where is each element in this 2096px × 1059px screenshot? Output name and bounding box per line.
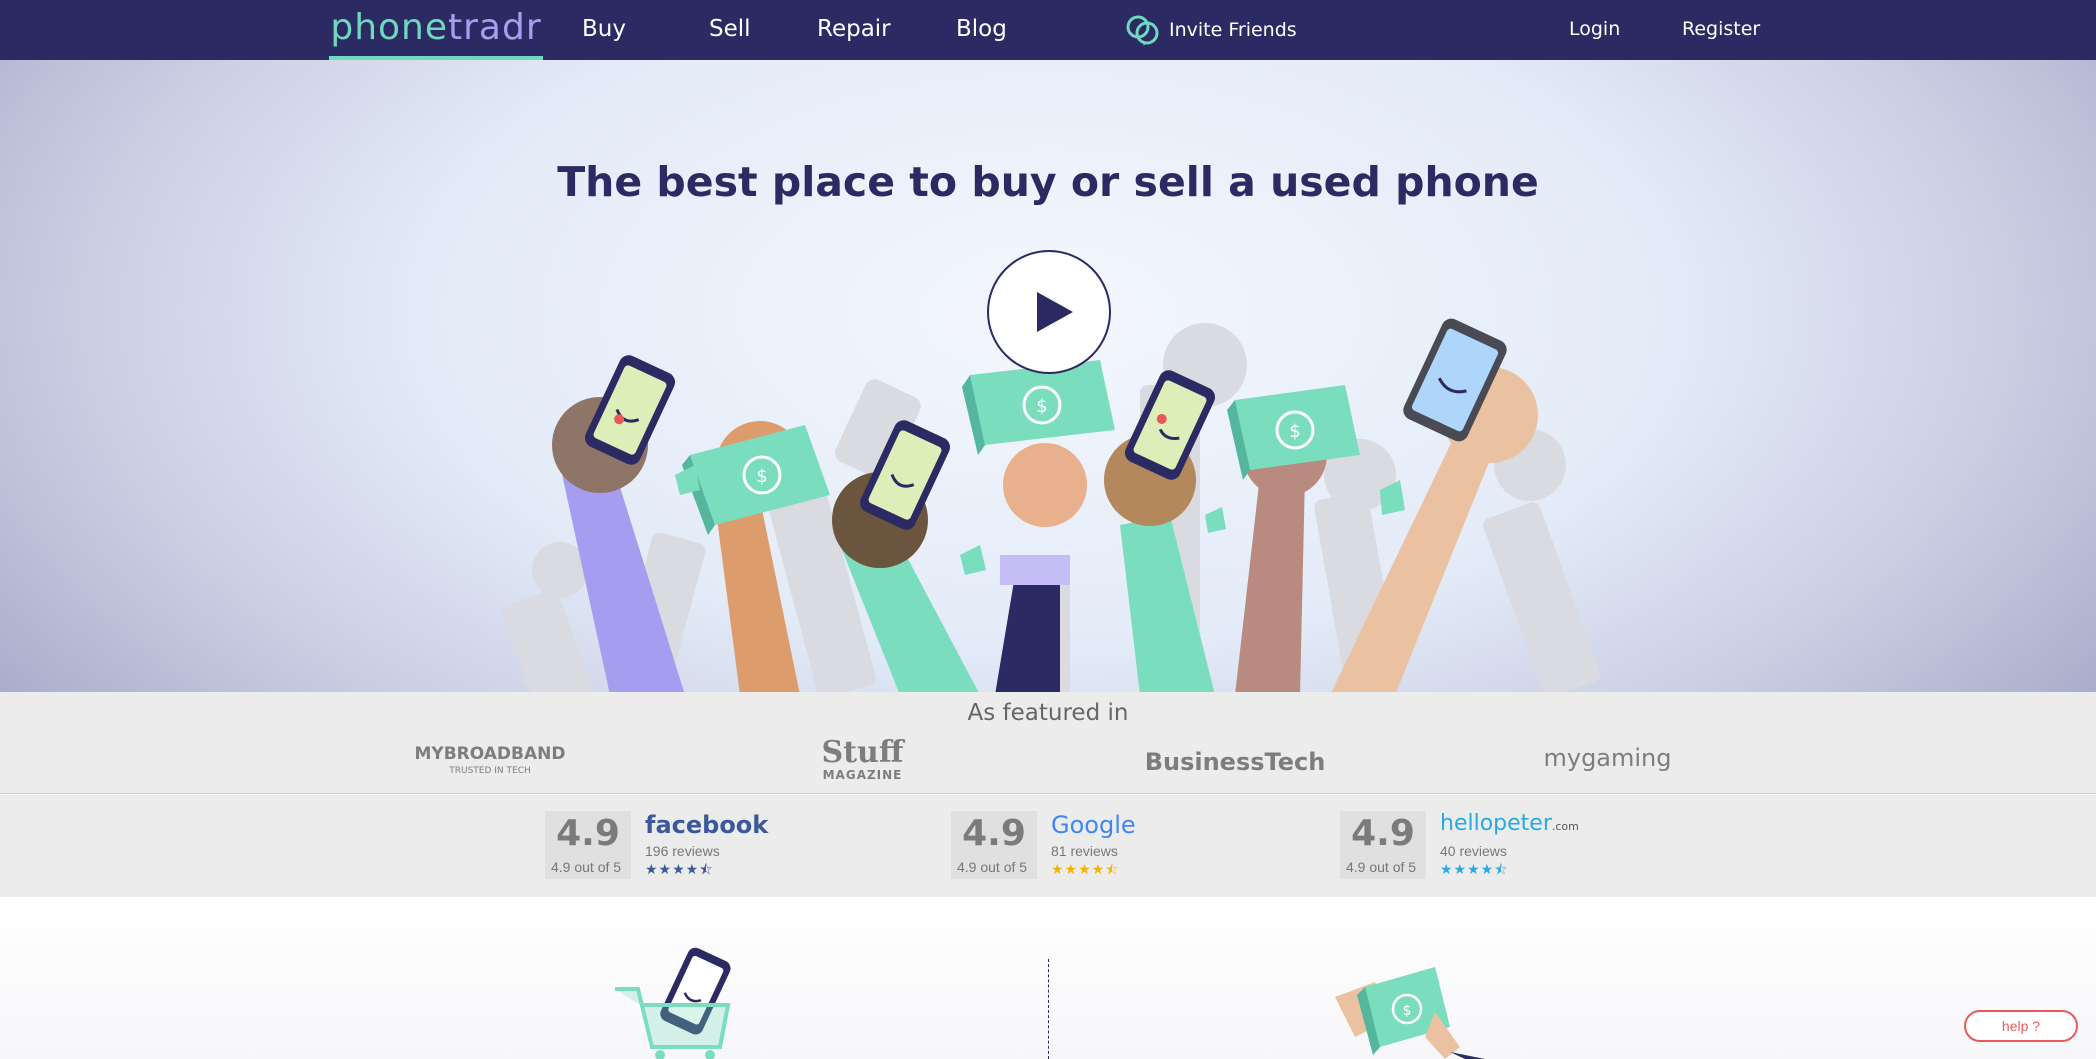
press-logo-mybroadband[interactable]: MYBROADBAND TRUSTED IN TECH [400,744,580,776]
logo[interactable]: phonetradr [329,0,543,60]
google-logo: Google [1051,811,1136,839]
invite-friends-label: Invite Friends [1169,19,1297,41]
top-navbar: phonetradr Buy Sell Repair Blog Invite F… [0,0,2096,60]
featured-in-title: As featured in [967,700,1129,726]
svg-text:$: $ [756,466,767,487]
facebook-logo: facebook [645,811,769,839]
nav-repair-link[interactable]: Repair [817,0,891,60]
svg-text:$: $ [1403,1003,1412,1019]
review-count: 81 reviews [1051,843,1118,859]
hellopeter-logo: hellopeter.com [1440,811,1579,836]
hand-with-money-illustration: $ [1335,967,1485,1059]
nav-sell-link[interactable]: Sell [709,0,751,60]
hellopeter-suffix: .com [1551,820,1579,833]
press-logo-mygaming[interactable]: mygaming [1525,744,1690,772]
section-divider [1048,959,1049,1059]
login-link[interactable]: Login [1569,0,1620,60]
nav-buy-link[interactable]: Buy [582,0,626,60]
review-count: 196 reviews [645,843,720,859]
hero-title: The best place to buy or sell a used pho… [557,158,1539,206]
chat-bubbles-icon [1126,15,1159,46]
buy-sell-section: $ [0,897,2096,1059]
star-rating-icon: ★★★★⯪ [1051,861,1120,877]
stuff-name: Stuff [821,735,904,770]
play-icon [1037,292,1073,332]
review-facebook[interactable]: 4.9 4.9 out of 5 facebook 196 reviews ★★… [545,811,775,879]
star-rating-icon: ★★★★⯪ [1440,861,1509,877]
svg-text:$: $ [1289,421,1300,442]
shopping-cart-phone-illustration [615,947,731,1059]
review-score: 4.9 [556,813,620,854]
mybroadband-tagline: TRUSTED IN TECH [449,766,531,776]
hero-section: The best place to buy or sell a used pho… [0,60,2096,692]
press-logo-stuff[interactable]: Stuff MAGAZINE [800,735,925,783]
help-button[interactable]: help ? [1964,1010,2078,1042]
review-google[interactable]: 4.9 4.9 out of 5 Google 81 reviews ★★★★⯪ [951,811,1181,879]
nav-blog-link[interactable]: Blog [956,0,1007,60]
review-out-of: 4.9 out of 5 [1346,859,1417,875]
review-score: 4.9 [962,813,1026,854]
review-score: 4.9 [1351,813,1415,854]
featured-in-section: As featured in MYBROADBAND TRUSTED IN TE… [0,692,2096,794]
review-hellopeter[interactable]: 4.9 4.9 out of 5 hellopeter.com 40 revie… [1340,811,1590,879]
mybroadband-name: MYBROADBAND [414,744,566,764]
play-video-button[interactable] [987,250,1111,374]
review-count: 40 reviews [1440,843,1507,859]
press-logo-businesstech[interactable]: BusinessTech [1140,748,1330,776]
invite-friends-link[interactable]: Invite Friends [1125,0,1297,60]
review-out-of: 4.9 out of 5 [957,859,1028,875]
register-link[interactable]: Register [1682,0,1760,60]
logo-part-tradr: tradr [448,7,542,48]
hellopeter-name: hellopeter [1440,811,1552,836]
star-rating-icon: ★★★★⯪ [645,861,714,877]
logo-part-phone: phone [330,7,449,48]
review-out-of: 4.9 out of 5 [551,859,622,875]
svg-text:$: $ [1036,396,1047,417]
reviews-section: 4.9 4.9 out of 5 facebook 196 reviews ★★… [0,795,2096,897]
stuff-tagline: MAGAZINE [822,768,903,782]
